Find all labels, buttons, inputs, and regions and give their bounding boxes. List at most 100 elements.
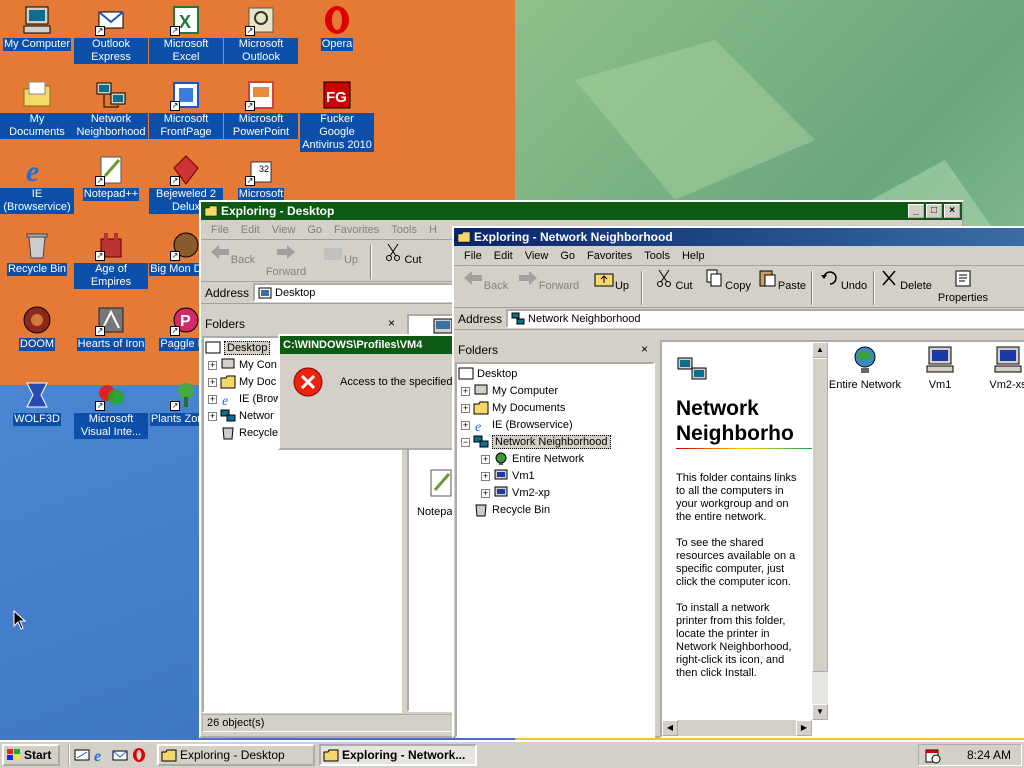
close-folders-pane-icon[interactable]: × — [388, 316, 395, 330]
address-input[interactable]: Network Neighborhood — [506, 309, 1024, 328]
folders-tree[interactable]: Desktop + My Computer + My Documents + e IE … — [455, 362, 655, 738]
desktop-icon-outlook[interactable]: ↗ Microsoft Outlook — [224, 4, 298, 64]
desktop-icon-visual-interdev[interactable]: ↗ Microsoft Visual Inte... — [74, 379, 148, 439]
expand-icon[interactable]: + — [481, 454, 490, 464]
taskbar-item-explorer-network[interactable]: Exploring - Network... — [319, 744, 477, 766]
collapse-icon[interactable]: − — [461, 437, 470, 447]
cut-button[interactable]: Cut — [375, 241, 429, 279]
tree-item-network[interactable]: Networ — [239, 410, 274, 422]
back-button[interactable]: Back — [458, 267, 512, 305]
up-button[interactable]: Up — [584, 267, 638, 305]
expand-icon[interactable]: + — [461, 403, 470, 413]
menu-file[interactable]: File — [458, 250, 488, 262]
expand-icon[interactable]: + — [208, 360, 217, 370]
error-dialog[interactable]: C:\WINDOWS\Profiles\VM4 Access to the sp… — [278, 334, 458, 450]
cut-button[interactable]: Cut — [646, 267, 700, 305]
tree-item-my-documents[interactable]: My Doc — [239, 376, 276, 388]
tree-item-my-computer[interactable]: My Computer — [492, 385, 558, 397]
menu-edit[interactable]: Edit — [235, 224, 266, 236]
expand-icon[interactable]: + — [481, 471, 490, 481]
scroll-left-icon[interactable]: ◀ — [662, 720, 678, 736]
menu-help[interactable]: Help — [676, 250, 711, 262]
tree-item-ie[interactable]: IE (Browservice) — [492, 419, 573, 431]
explorer-network-window[interactable]: Exploring - Network Neighborhood File Ed… — [452, 226, 1024, 738]
clock[interactable]: 8:24 AM — [967, 748, 1011, 762]
tree-item-recycle-bin[interactable]: Recycle Bin — [492, 504, 550, 516]
forward-button[interactable]: Forward — [512, 267, 584, 305]
taskbar-item-explorer-desktop[interactable]: Exploring - Desktop — [157, 744, 315, 766]
opera-icon[interactable] — [131, 747, 147, 763]
close-button[interactable]: × — [944, 204, 960, 218]
up-button[interactable]: Up — [313, 241, 367, 279]
menu-file[interactable]: File — [205, 224, 235, 236]
scroll-up-icon[interactable]: ▲ — [812, 342, 828, 358]
menu-tools[interactable]: Tools — [385, 224, 423, 236]
menu-go[interactable]: Go — [301, 224, 328, 236]
menu-go[interactable]: Go — [554, 250, 581, 262]
undo-button[interactable]: Undo — [816, 267, 870, 305]
start-button[interactable]: Start — [2, 744, 60, 766]
tree-item-desktop[interactable]: Desktop — [477, 368, 517, 380]
desktop-icon-age-of-empires[interactable]: ↗ Age of Empires — [74, 229, 148, 289]
desktop-icon-powerpoint[interactable]: ↗ Microsoft PowerPoint — [224, 79, 298, 139]
desktop-icon-antivirus[interactable]: FG Fucker Google Antivirus 2010 — [300, 79, 374, 152]
info-hscrollbar[interactable]: ◀ ▶ — [662, 720, 812, 736]
delete-button[interactable]: Delete — [878, 267, 932, 305]
scroll-thumb[interactable] — [812, 358, 828, 672]
expand-icon[interactable]: + — [208, 377, 217, 387]
minimize-button[interactable]: _ — [908, 204, 924, 218]
scroll-right-icon[interactable]: ▶ — [796, 720, 812, 736]
paste-button[interactable]: Paste — [754, 267, 808, 305]
desktop-icon-my-documents[interactable]: My Documents — [0, 79, 74, 139]
scheduler-icon[interactable] — [925, 748, 941, 764]
maximize-button[interactable]: □ — [926, 204, 942, 218]
desktop-icon-my-computer[interactable]: My Computer — [0, 4, 74, 51]
scroll-down-icon[interactable]: ▼ — [812, 704, 828, 720]
forward-button[interactable]: Forward — [259, 241, 313, 279]
desktop-icon-ie[interactable]: e IE (Browservice) — [0, 154, 74, 214]
tree-item-my-documents[interactable]: My Documents — [492, 402, 565, 414]
expand-icon[interactable]: + — [208, 411, 217, 421]
expand-icon[interactable]: + — [461, 386, 470, 396]
explorer-desktop-titlebar[interactable]: Exploring - Desktop _ □ × — [201, 202, 962, 220]
item-vm2[interactable]: Vm2-xs — [978, 344, 1024, 391]
show-desktop-icon[interactable] — [74, 747, 90, 763]
desktop-icon-doom[interactable]: DOOM — [0, 304, 74, 351]
network-content-pane[interactable]: Network Neighborho This folder contains … — [660, 340, 1024, 738]
properties-button[interactable]: Properties — [932, 267, 994, 305]
tree-item-my-computer[interactable]: My Con — [239, 359, 277, 371]
tree-item-network-neighborhood[interactable]: Network Neighborhood — [492, 435, 611, 449]
expand-icon[interactable]: + — [208, 394, 217, 404]
menu-tools[interactable]: Tools — [638, 250, 676, 262]
tree-item-entire-network[interactable]: Entire Network — [512, 453, 584, 465]
desktop-icon-network-neighborhood[interactable]: Network Neighborhood — [74, 79, 148, 139]
menu-view[interactable]: View — [266, 224, 302, 236]
back-button[interactable]: Back — [205, 241, 259, 279]
menu-help[interactable]: H — [423, 224, 443, 236]
outlook-express-icon[interactable] — [112, 747, 128, 763]
copy-button[interactable]: Copy — [700, 267, 754, 305]
desktop-icon-recycle-bin[interactable]: Recycle Bin — [0, 229, 74, 276]
tree-item-desktop[interactable]: Desktop — [224, 341, 271, 355]
expand-icon[interactable]: + — [481, 488, 490, 498]
menu-favorites[interactable]: Favorites — [328, 224, 385, 236]
dialog-title[interactable]: C:\WINDOWS\Profiles\VM4 — [280, 336, 456, 354]
content-item-notepad[interactable]: Notepa — [417, 506, 452, 518]
tree-item-vm1[interactable]: Vm1 — [512, 470, 535, 482]
info-scrollbar[interactable]: ▲ ▼ — [812, 342, 828, 720]
desktop-icon-opera[interactable]: Opera — [300, 4, 374, 51]
tree-item-vm2[interactable]: Vm2-xp — [512, 487, 550, 499]
item-entire-network[interactable]: Entire Network — [828, 344, 902, 391]
desktop-icon-wolf3d[interactable]: WOLF3D — [0, 379, 74, 426]
menu-favorites[interactable]: Favorites — [581, 250, 638, 262]
ie-icon[interactable]: e — [93, 747, 109, 763]
desktop-icon-microsoft[interactable]: 32 ↗ Microsoft — [224, 154, 298, 201]
menu-edit[interactable]: Edit — [488, 250, 519, 262]
tree-item-ie[interactable]: IE (Brow — [239, 393, 281, 405]
desktop-icon-outlook-express[interactable]: ↗ Outlook Express — [74, 4, 148, 64]
desktop-icon-notepadpp[interactable]: ↗ Notepad++ — [74, 154, 148, 201]
close-folders-pane-icon[interactable]: × — [641, 342, 648, 356]
tree-item-recycle-bin[interactable]: Recycle — [239, 427, 278, 439]
desktop-icon-excel[interactable]: X ↗ Microsoft Excel — [149, 4, 223, 64]
desktop-icon-frontpage[interactable]: ↗ Microsoft FrontPage — [149, 79, 223, 139]
